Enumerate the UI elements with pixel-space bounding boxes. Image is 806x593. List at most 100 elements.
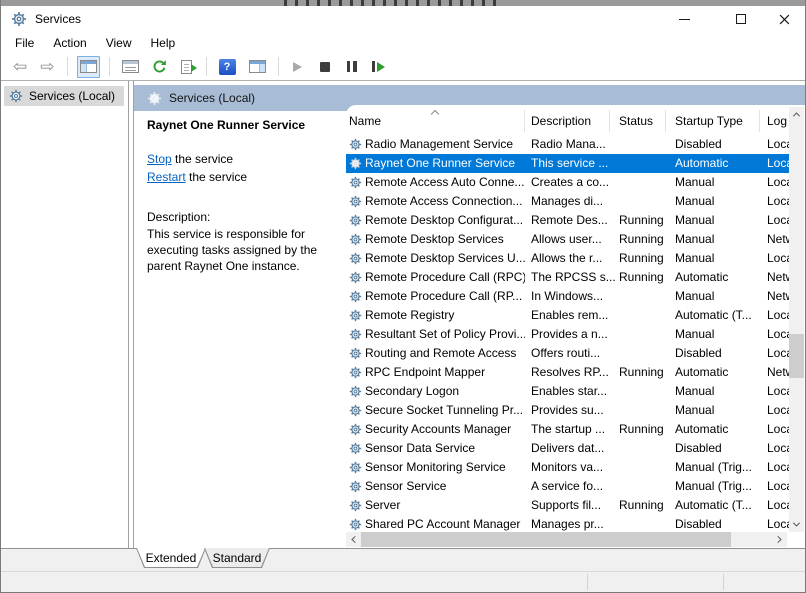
vertical-scrollbar[interactable]	[789, 107, 804, 532]
show-console-tree-button[interactable]	[77, 56, 100, 78]
sort-ascending-icon	[431, 110, 439, 118]
table-row[interactable]: Raynet One Runner Service This service .…	[346, 154, 789, 173]
tree-item-services-local[interactable]: Services (Local)	[4, 86, 124, 106]
scroll-left-icon[interactable]	[346, 532, 361, 547]
service-startup-type: Manual	[675, 401, 765, 420]
title-bar[interactable]: Services	[1, 6, 805, 32]
tab-extended[interactable]: Extended	[136, 548, 206, 568]
show-action-pane-button[interactable]	[246, 56, 269, 78]
horizontal-scrollbar-thumb[interactable]	[361, 532, 731, 547]
table-row[interactable]: Radio Management Service Radio Mana... D…	[346, 135, 789, 154]
menu-item[interactable]: Action	[53, 36, 86, 50]
service-gear-icon	[349, 499, 362, 512]
stop-service-link[interactable]: Stop	[147, 152, 172, 166]
table-row[interactable]: Remote Procedure Call (RP... In Windows.…	[346, 287, 789, 306]
service-status: Running	[619, 268, 672, 287]
service-status: Running	[619, 249, 672, 268]
service-name: Sensor Service	[365, 477, 525, 496]
service-description: Manages di...	[531, 192, 616, 211]
table-row[interactable]: RPC Endpoint Mapper Resolves RP... Runni…	[346, 363, 789, 382]
pause-service-button[interactable]	[342, 56, 362, 78]
properties-button[interactable]	[119, 56, 142, 78]
table-row[interactable]: Security Accounts Manager The startup ..…	[346, 420, 789, 439]
properties-icon	[122, 60, 139, 73]
services-gear-icon	[147, 91, 162, 106]
service-description: The RPCSS s...	[531, 268, 616, 287]
service-description: The startup ...	[531, 420, 616, 439]
tab-label: Extended	[136, 548, 206, 568]
horizontal-scrollbar[interactable]	[346, 532, 787, 547]
scroll-down-icon[interactable]	[789, 517, 804, 532]
menu-item[interactable]: View	[106, 36, 132, 50]
forward-button[interactable]: ⇨	[37, 56, 57, 78]
description-text: This service is responsible for executin…	[147, 226, 329, 274]
table-row[interactable]: Sensor Monitoring Service Monitors va...…	[346, 458, 789, 477]
table-row[interactable]: Routing and Remote Access Offers routi..…	[346, 344, 789, 363]
service-description: A service fo...	[531, 477, 616, 496]
service-name: Remote Desktop Services	[365, 230, 525, 249]
column-header-status[interactable]: Status	[619, 114, 653, 128]
menu-item[interactable]: File	[15, 36, 34, 50]
scroll-up-icon[interactable]	[789, 107, 804, 122]
service-startup-type: Manual	[675, 230, 765, 249]
table-row[interactable]: Remote Procedure Call (RPC) The RPCSS s.…	[346, 268, 789, 287]
back-button[interactable]: ⇦	[10, 56, 30, 78]
service-log-on-as: Loca	[767, 477, 789, 496]
table-row[interactable]: Shared PC Account Manager Manages pr... …	[346, 515, 789, 533]
stop-line-suffix: the service	[172, 152, 233, 166]
service-rows: Radio Management Service Radio Mana... D…	[346, 135, 789, 533]
service-gear-icon	[349, 518, 362, 531]
service-gear-icon	[349, 366, 362, 379]
minimize-button[interactable]	[661, 6, 707, 32]
maximize-button[interactable]	[718, 6, 764, 32]
scroll-right-icon[interactable]	[772, 532, 787, 547]
services-window: Services File Action View Help ⇦ ⇨	[0, 0, 806, 593]
column-header-name[interactable]: Name	[349, 114, 381, 128]
table-row[interactable]: Remote Registry Enables rem... Automatic…	[346, 306, 789, 325]
table-row[interactable]: Resultant Set of Policy Provi... Provide…	[346, 325, 789, 344]
table-row[interactable]: Remote Desktop Services Allows user... R…	[346, 230, 789, 249]
restart-service-button[interactable]	[369, 56, 389, 78]
tab-standard[interactable]: Standard	[204, 548, 270, 568]
service-startup-type: Automatic	[675, 420, 765, 439]
description-label: Description:	[147, 210, 210, 224]
help-button[interactable]: ?	[216, 56, 239, 78]
column-separator[interactable]	[524, 110, 525, 132]
restart-service-link[interactable]: Restart	[147, 170, 186, 184]
column-separator[interactable]	[759, 110, 760, 132]
table-row[interactable]: Secure Socket Tunneling Pr... Provides s…	[346, 401, 789, 420]
table-row[interactable]: Secondary Logon Enables star... Manual L…	[346, 382, 789, 401]
service-description: This service ...	[531, 154, 616, 173]
status-bar	[1, 571, 805, 592]
table-row[interactable]: Sensor Service A service fo... Manual (T…	[346, 477, 789, 496]
column-header-description[interactable]: Description	[531, 114, 591, 128]
start-service-button[interactable]	[288, 56, 308, 78]
service-startup-type: Automatic	[675, 363, 765, 382]
table-row[interactable]: Remote Desktop Services U... Allows the …	[346, 249, 789, 268]
column-header-startup-type[interactable]: Startup Type	[675, 114, 743, 128]
service-gear-icon	[349, 328, 362, 341]
refresh-button[interactable]	[149, 56, 170, 78]
service-gear-icon	[349, 461, 362, 474]
service-name: Secondary Logon	[365, 382, 525, 401]
table-row[interactable]: Sensor Data Service Delivers dat... Disa…	[346, 439, 789, 458]
menu-item[interactable]: Help	[151, 36, 176, 50]
table-row[interactable]: Remote Access Connection... Manages di..…	[346, 192, 789, 211]
service-name: Raynet One Runner Service	[365, 154, 525, 173]
table-row[interactable]: Remote Access Auto Conne... Creates a co…	[346, 173, 789, 192]
close-icon	[779, 14, 790, 25]
service-gear-icon	[349, 442, 362, 455]
column-separator[interactable]	[665, 110, 666, 132]
selected-service-title: Raynet One Runner Service	[147, 118, 305, 132]
stop-service-button[interactable]	[315, 56, 335, 78]
service-gear-icon	[349, 271, 362, 284]
column-separator[interactable]	[609, 110, 610, 132]
vertical-scrollbar-thumb[interactable]	[789, 334, 804, 378]
service-name: RPC Endpoint Mapper	[365, 363, 525, 382]
service-startup-type: Automatic (T...	[675, 306, 765, 325]
table-row[interactable]: Server Supports fil... Running Automatic…	[346, 496, 789, 515]
close-button[interactable]	[764, 6, 805, 32]
export-list-button[interactable]	[177, 56, 197, 78]
column-header-log-on-as[interactable]: Log	[767, 114, 787, 128]
table-row[interactable]: Remote Desktop Configurat... Remote Des.…	[346, 211, 789, 230]
